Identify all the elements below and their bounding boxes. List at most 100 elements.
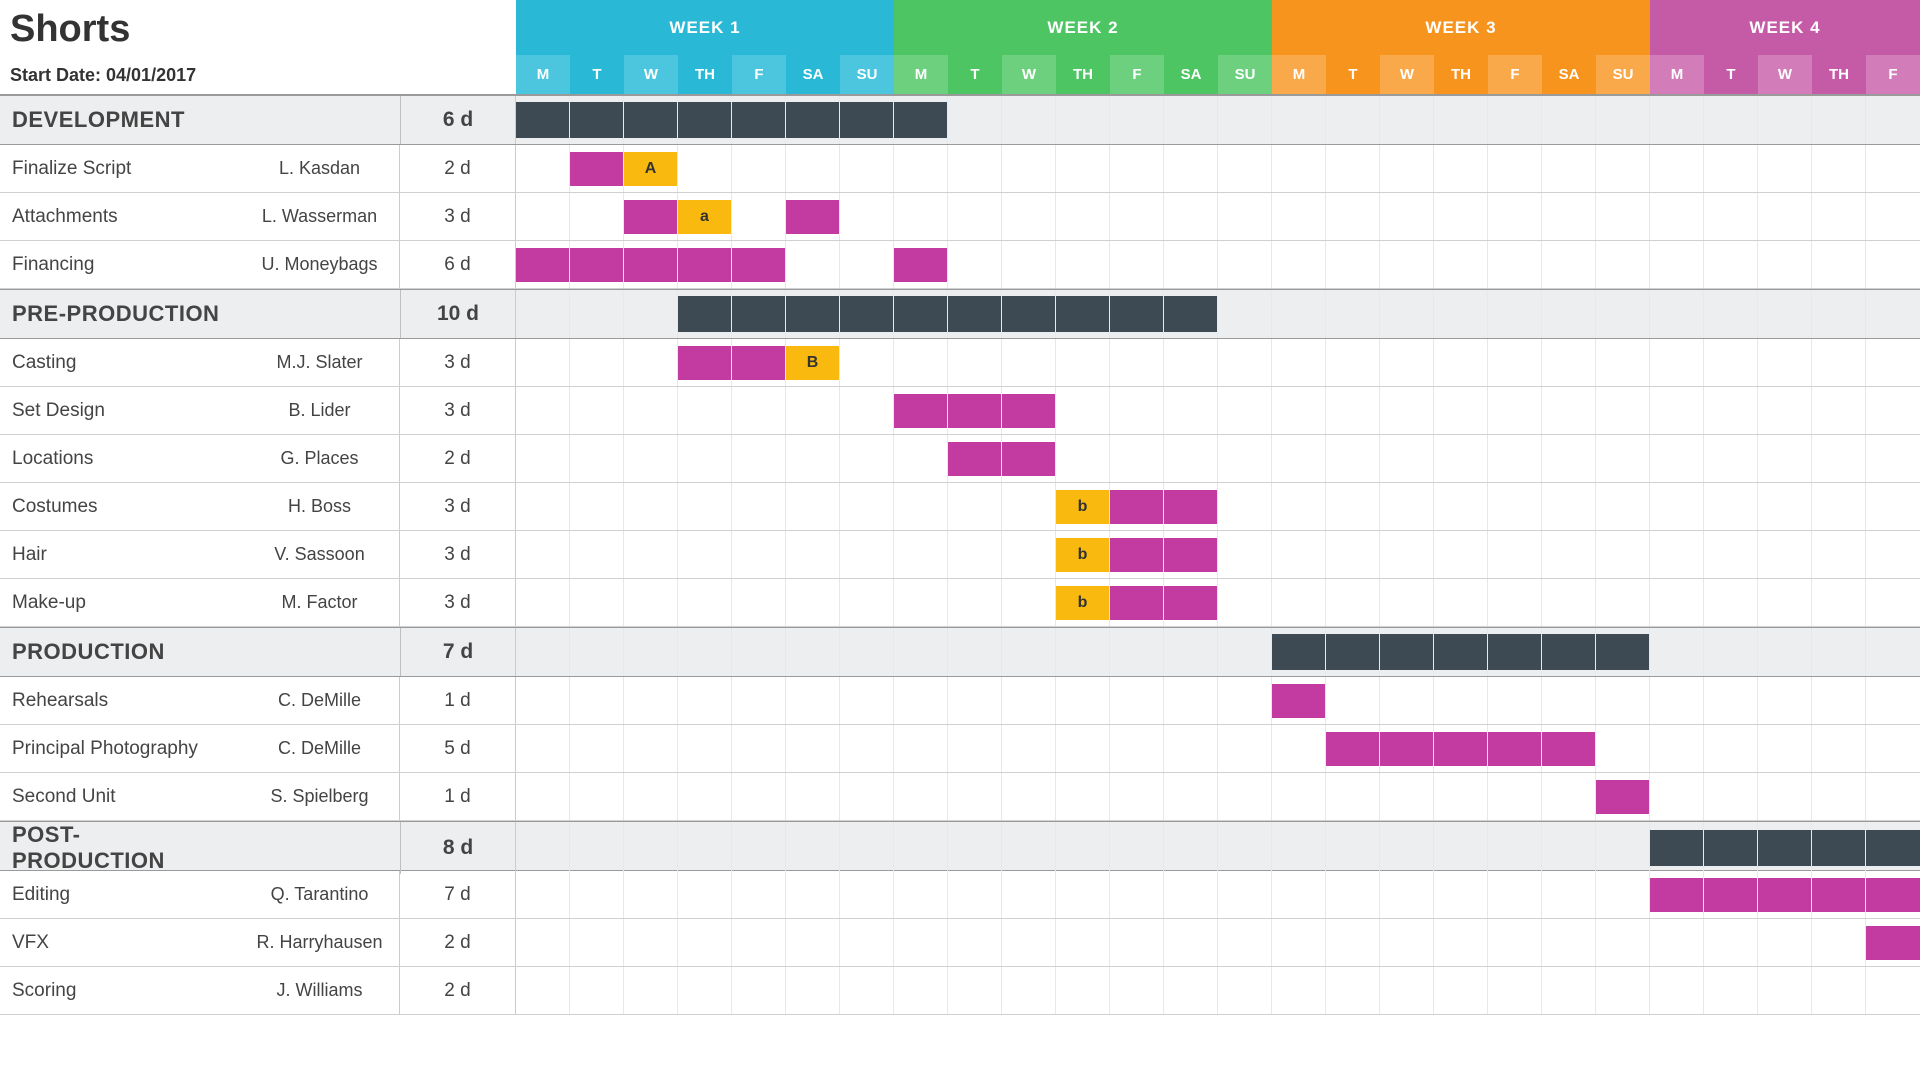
day-header: W xyxy=(1002,55,1056,94)
gantt-cell xyxy=(1326,435,1380,482)
gantt-cell xyxy=(732,677,786,724)
gantt-cell xyxy=(1650,967,1704,1014)
gantt-cell xyxy=(624,628,678,676)
gantt-cell xyxy=(894,822,948,874)
gantt-cell xyxy=(1758,579,1812,626)
gantt-cell xyxy=(678,387,732,434)
gantt-cell xyxy=(1488,967,1542,1014)
gantt-cell xyxy=(1542,531,1596,578)
gantt-cell xyxy=(840,967,894,1014)
gantt-cell xyxy=(1380,725,1434,772)
phase-bar xyxy=(786,296,839,332)
gantt-cell xyxy=(1002,919,1056,966)
phase-bar xyxy=(1866,830,1920,866)
gantt-cell xyxy=(840,725,894,772)
gantt-cell xyxy=(1488,919,1542,966)
phase-name: DEVELOPMENT xyxy=(0,96,240,144)
gantt-cell xyxy=(1434,339,1488,386)
gantt-cell xyxy=(1812,822,1866,874)
gantt-cell xyxy=(840,871,894,918)
gantt-cell xyxy=(894,773,948,820)
gantt-cell xyxy=(1758,96,1812,144)
phase-bar xyxy=(1812,830,1865,866)
milestone-marker: A xyxy=(624,152,677,186)
task-bar xyxy=(1164,490,1217,524)
gantt-cell xyxy=(1488,628,1542,676)
gantt-cell xyxy=(1704,483,1758,530)
gantt-cell xyxy=(1650,531,1704,578)
gantt-cell xyxy=(1326,579,1380,626)
gantt-cell xyxy=(1542,483,1596,530)
day-header: SU xyxy=(840,55,894,94)
task-owner xyxy=(240,628,400,676)
gantt-cell xyxy=(1650,435,1704,482)
gantt-cell xyxy=(786,290,840,338)
milestone-marker: B xyxy=(786,346,839,380)
gantt-cell xyxy=(1164,871,1218,918)
gantt-cell xyxy=(732,773,786,820)
gantt-cell xyxy=(840,773,894,820)
gantt-cell xyxy=(732,919,786,966)
gantt-cell xyxy=(1272,241,1326,288)
task-name: Hair xyxy=(0,531,240,578)
gantt-cell xyxy=(1164,290,1218,338)
phase-bar xyxy=(840,102,893,138)
gantt-cell xyxy=(1650,193,1704,240)
gantt-cell xyxy=(1758,145,1812,192)
gantt-cell xyxy=(1542,773,1596,820)
gantt-cell xyxy=(1272,967,1326,1014)
task-duration: 2 d xyxy=(400,435,516,482)
task-name: Casting xyxy=(0,339,240,386)
task-duration: 1 d xyxy=(400,773,516,820)
gantt-cell xyxy=(516,773,570,820)
gantt-cell xyxy=(1110,579,1164,626)
gantt-cell xyxy=(1488,677,1542,724)
gantt-cell xyxy=(894,677,948,724)
gantt-cell xyxy=(1758,387,1812,434)
gantt-cell xyxy=(1758,919,1812,966)
gantt-cell xyxy=(894,145,948,192)
gantt-cell xyxy=(1704,967,1758,1014)
gantt-cell xyxy=(1218,387,1272,434)
gantt-cell xyxy=(1596,435,1650,482)
task-duration: 3 d xyxy=(400,339,516,386)
task-duration: 2 d xyxy=(400,967,516,1014)
gantt-cell xyxy=(1002,483,1056,530)
header-days: Start Date: 04/01/2017MTWTHFSASUMTWTHFSA… xyxy=(0,55,1920,95)
gantt-cell xyxy=(1596,387,1650,434)
gantt-cell xyxy=(1704,435,1758,482)
gantt-cell xyxy=(894,725,948,772)
gantt-cell xyxy=(624,483,678,530)
gantt-cell xyxy=(1542,628,1596,676)
gantt-cell xyxy=(1812,241,1866,288)
gantt-cell xyxy=(1488,241,1542,288)
gantt-cell xyxy=(1218,145,1272,192)
gantt-cell xyxy=(1272,628,1326,676)
gantt-cell xyxy=(1812,531,1866,578)
task-row: LocationsG. Places2 d xyxy=(0,435,1920,483)
gantt-cell xyxy=(840,579,894,626)
gantt-cell xyxy=(1488,483,1542,530)
gantt-cell xyxy=(1272,387,1326,434)
phase-name: PRE-PRODUCTION xyxy=(0,290,240,338)
gantt-cell xyxy=(1488,871,1542,918)
gantt-cell xyxy=(1218,967,1272,1014)
gantt-cell xyxy=(948,290,1002,338)
gantt-cell xyxy=(1650,339,1704,386)
gantt-cell xyxy=(1866,339,1920,386)
gantt-cell xyxy=(1272,290,1326,338)
task-bar xyxy=(678,346,731,380)
gantt-cell xyxy=(1542,193,1596,240)
gantt-cell xyxy=(1002,96,1056,144)
gantt-cell xyxy=(948,822,1002,874)
gantt-cell xyxy=(1110,193,1164,240)
gantt-cell xyxy=(1758,628,1812,676)
phase-row: PRODUCTION7 d xyxy=(0,627,1920,677)
gantt-cell xyxy=(1650,822,1704,874)
gantt-cell xyxy=(1056,919,1110,966)
gantt-cell xyxy=(1434,822,1488,874)
gantt-cell xyxy=(1110,531,1164,578)
day-header: SU xyxy=(1596,55,1650,94)
project-title: Shorts xyxy=(0,0,516,60)
gantt-cell xyxy=(678,773,732,820)
